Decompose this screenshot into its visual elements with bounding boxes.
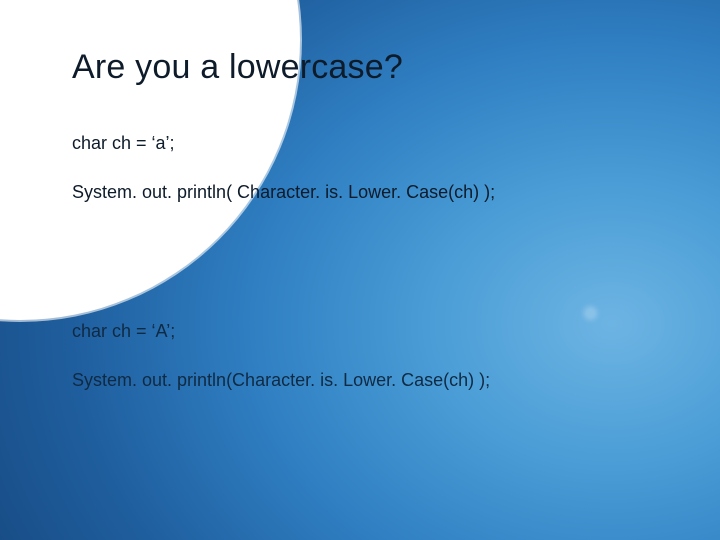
slide-title: Are you a lowercase? [72, 48, 672, 87]
slide-content: Are you a lowercase? char ch = ‘a’; Syst… [72, 48, 672, 419]
code-block2-line2: System. out. println(Character. is. Lowe… [72, 370, 672, 391]
spacer [72, 231, 672, 321]
code-block1-line2: System. out. println( Character. is. Low… [72, 182, 672, 203]
code-block1-line1: char ch = ‘a’; [72, 133, 672, 154]
slide: Are you a lowercase? char ch = ‘a’; Syst… [0, 0, 720, 540]
code-block2-line1: char ch = ‘A’; [72, 321, 672, 342]
